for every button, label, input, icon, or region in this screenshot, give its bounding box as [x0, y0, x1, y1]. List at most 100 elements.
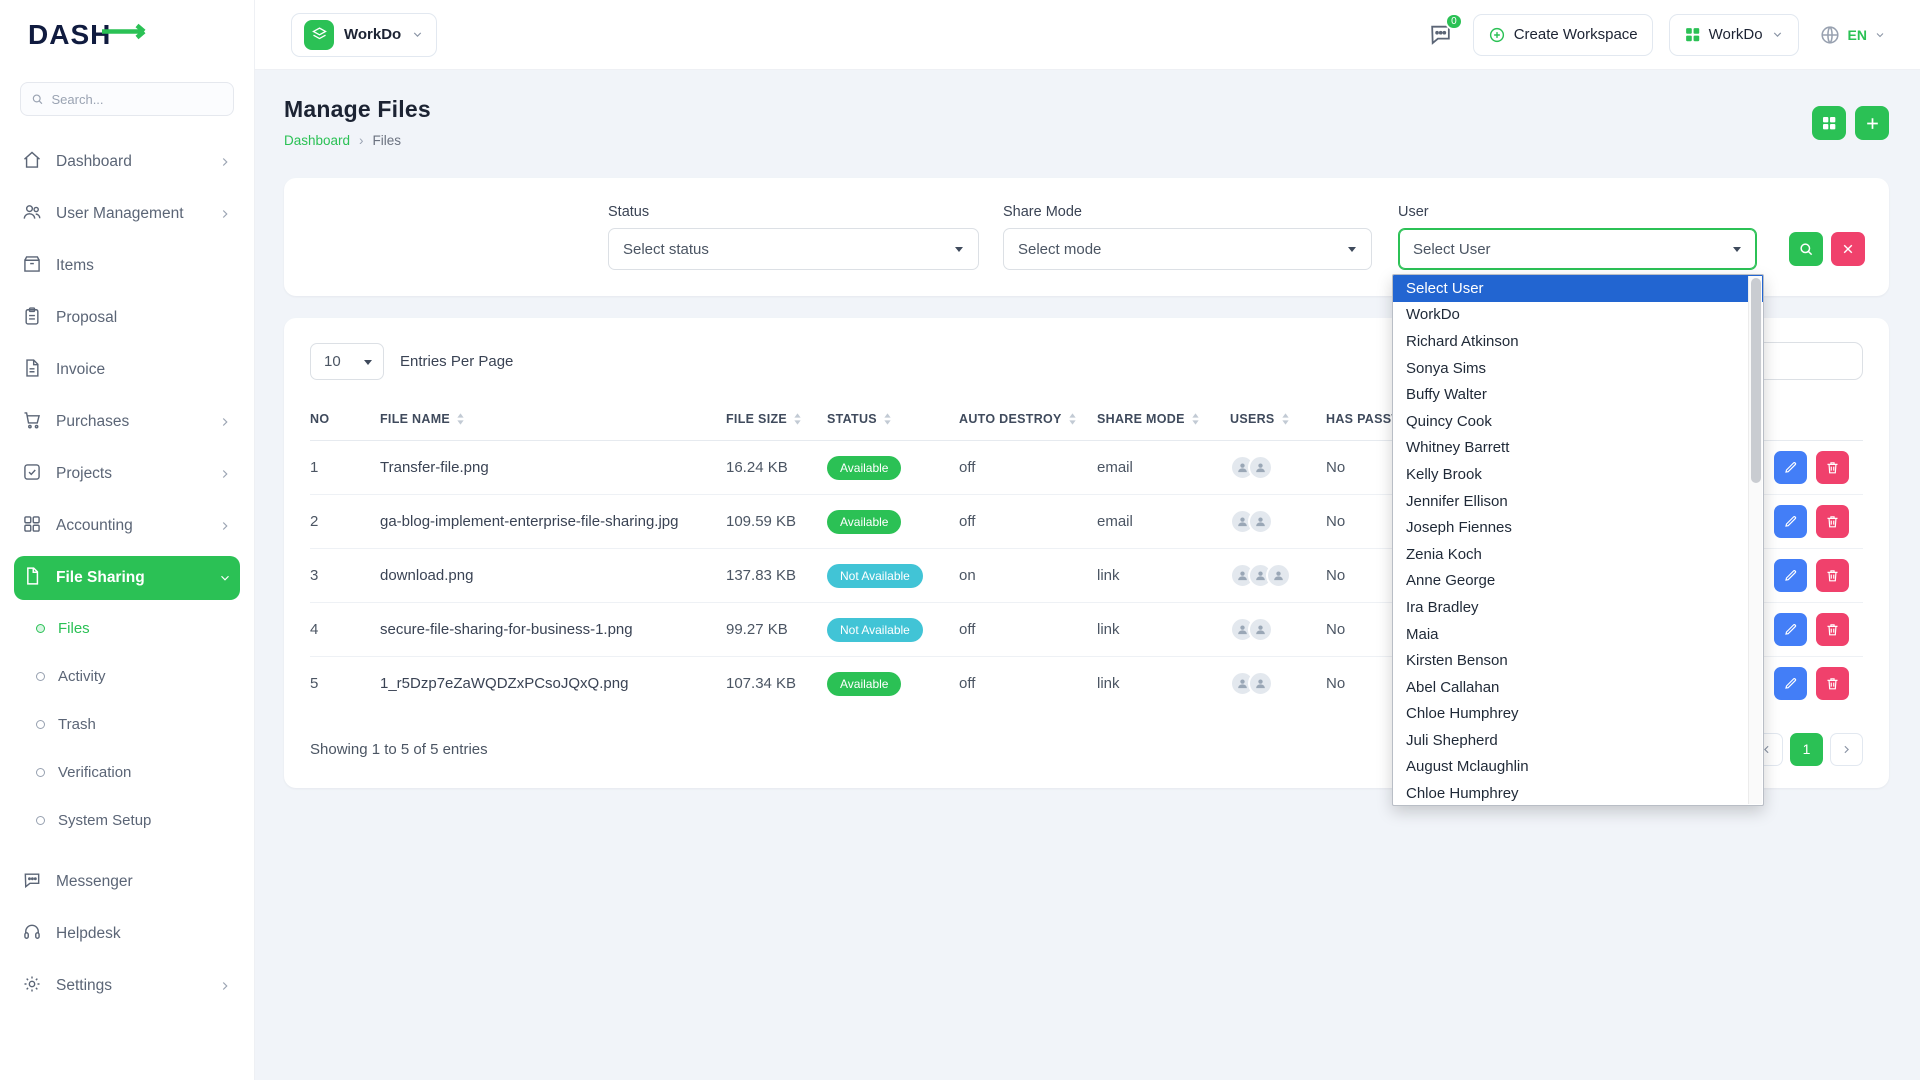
column-header-file-size[interactable]: FILE SIZE: [726, 412, 827, 441]
column-header-auto-destroy[interactable]: AUTO DESTROY: [959, 412, 1097, 441]
grid-icon: [1684, 26, 1701, 43]
logo[interactable]: DASH: [0, 0, 254, 70]
workspace-menu-label: WorkDo: [1709, 26, 1763, 43]
user-filter-select[interactable]: Select User: [1398, 228, 1757, 270]
home-icon: [22, 150, 42, 175]
user-dropdown-option[interactable]: Anne George: [1393, 568, 1763, 595]
user-filter-label: User: [1398, 204, 1757, 220]
dropdown-scrollbar-thumb[interactable]: [1751, 278, 1761, 483]
sidebar-subitem-activity[interactable]: Activity: [14, 652, 240, 700]
user-dropdown-option[interactable]: Chloe Humphrey: [1393, 780, 1763, 806]
pagination-next-button[interactable]: [1830, 733, 1863, 766]
entries-per-page-label: Entries Per Page: [400, 353, 513, 370]
share-mode-filter-select[interactable]: Select mode: [1003, 228, 1372, 270]
add-file-button[interactable]: [1855, 106, 1889, 140]
user-dropdown-option[interactable]: August Mclaughlin: [1393, 754, 1763, 781]
user-dropdown-option[interactable]: Ira Bradley: [1393, 594, 1763, 621]
user-dropdown-option[interactable]: Jennifer Ellison: [1393, 488, 1763, 515]
sidebar-item-proposal[interactable]: Proposal: [14, 292, 240, 344]
sidebar-item-items[interactable]: Items: [14, 240, 240, 292]
column-header-users[interactable]: USERS: [1230, 412, 1326, 441]
user-dropdown-option[interactable]: Kelly Brook: [1393, 461, 1763, 488]
delete-button[interactable]: [1816, 667, 1849, 700]
sidebar-subitem-system-setup[interactable]: System Setup: [14, 796, 240, 844]
page-content: Manage Files Dashboard › Files: [255, 70, 1920, 1080]
edit-button[interactable]: [1774, 451, 1807, 484]
edit-button[interactable]: [1774, 667, 1807, 700]
column-header-status[interactable]: STATUS: [827, 412, 959, 441]
language-selector[interactable]: EN: [1815, 24, 1890, 46]
edit-button[interactable]: [1774, 559, 1807, 592]
chevron-right-icon: [218, 519, 232, 533]
messages-button[interactable]: 0: [1424, 18, 1457, 51]
workspace-menu-button[interactable]: WorkDo: [1669, 14, 1799, 56]
pagination-page-1[interactable]: 1: [1790, 733, 1823, 766]
sidebar-item-projects[interactable]: Projects: [14, 448, 240, 500]
reset-filter-button[interactable]: [1831, 232, 1865, 266]
sidebar-item-settings[interactable]: Settings: [14, 960, 240, 1012]
breadcrumb-dashboard-link[interactable]: Dashboard: [284, 133, 350, 148]
user-dropdown-option[interactable]: Juli Shepherd: [1393, 727, 1763, 754]
user-dropdown-option[interactable]: Whitney Barrett: [1393, 435, 1763, 462]
delete-button[interactable]: [1816, 613, 1849, 646]
column-header-file-name[interactable]: FILE NAME: [380, 412, 726, 441]
user-dropdown-option[interactable]: Chloe Humphrey: [1393, 701, 1763, 728]
column-header-no[interactable]: NO: [310, 412, 380, 441]
sidebar-subitem-verification[interactable]: Verification: [14, 748, 240, 796]
user-avatars: [1230, 509, 1320, 534]
user-dropdown-option[interactable]: Abel Callahan: [1393, 674, 1763, 701]
page-actions: [1812, 106, 1889, 140]
sidebar-item-user-management[interactable]: User Management: [14, 188, 240, 240]
user-dropdown-option[interactable]: WorkDo: [1393, 302, 1763, 329]
sidebar-item-messenger[interactable]: Messenger: [14, 856, 240, 908]
column-header-share-mode[interactable]: SHARE MODE: [1097, 412, 1230, 441]
sort-icon: [457, 413, 464, 425]
sidebar-subitem-trash[interactable]: Trash: [14, 700, 240, 748]
breadcrumb-current: Files: [373, 133, 402, 148]
sidebar-item-accounting[interactable]: Accounting: [14, 500, 240, 552]
sidebar-item-invoice[interactable]: Invoice: [14, 344, 240, 396]
cell-auto-destroy: on: [959, 549, 1097, 603]
user-dropdown-option[interactable]: Maia: [1393, 621, 1763, 648]
sidebar-item-dashboard[interactable]: Dashboard: [14, 136, 240, 188]
edit-button[interactable]: [1774, 505, 1807, 538]
user-dropdown-option[interactable]: Kirsten Benson: [1393, 647, 1763, 674]
bullet-icon: [36, 624, 45, 633]
sidebar-subitem-files[interactable]: Files: [14, 604, 240, 652]
chevron-right-icon: [1840, 743, 1853, 756]
user-dropdown-option[interactable]: Select User: [1393, 275, 1763, 302]
plus-icon: [1864, 115, 1881, 132]
workspace-switcher[interactable]: WorkDo: [291, 13, 437, 57]
cell-file-name: download.png: [380, 549, 726, 603]
cell-share-mode: link: [1097, 657, 1230, 711]
user-dropdown-option[interactable]: Sonya Sims: [1393, 355, 1763, 382]
chevron-down-icon: [1771, 28, 1784, 41]
sidebar-subitem-label: Activity: [58, 668, 106, 685]
user-dropdown-option[interactable]: Buffy Walter: [1393, 381, 1763, 408]
delete-button[interactable]: [1816, 505, 1849, 538]
edit-button[interactable]: [1774, 613, 1807, 646]
user-dropdown-option[interactable]: Joseph Fiennes: [1393, 514, 1763, 541]
cell-no: 5: [310, 657, 380, 711]
grid-view-button[interactable]: [1812, 106, 1846, 140]
user-filter-value: Select User: [1413, 241, 1491, 258]
delete-button[interactable]: [1816, 559, 1849, 592]
apply-filter-button[interactable]: [1789, 232, 1823, 266]
user-dropdown-option[interactable]: Richard Atkinson: [1393, 328, 1763, 355]
delete-button[interactable]: [1816, 451, 1849, 484]
sidebar-search-input[interactable]: [52, 92, 224, 107]
sidebar-item-file-sharing[interactable]: File Sharing: [14, 556, 240, 600]
pencil-icon: [1783, 676, 1798, 691]
user-dropdown-option[interactable]: Quincy Cook: [1393, 408, 1763, 435]
cell-file-size: 137.83 KB: [726, 549, 827, 603]
user-dropdown-list: Select User WorkDo Richard Atkinson Sony…: [1392, 274, 1764, 806]
entries-per-page-select[interactable]: 10: [310, 343, 384, 380]
user-dropdown-option[interactable]: Zenia Koch: [1393, 541, 1763, 568]
avatar: [1248, 509, 1273, 534]
sidebar-item-helpdesk[interactable]: Helpdesk: [14, 908, 240, 960]
status-filter-select[interactable]: Select status: [608, 228, 979, 270]
create-workspace-button[interactable]: Create Workspace: [1473, 14, 1653, 56]
sidebar-item-label: Items: [56, 257, 232, 275]
sidebar-item-purchases[interactable]: Purchases: [14, 396, 240, 448]
avatar: [1248, 455, 1273, 480]
